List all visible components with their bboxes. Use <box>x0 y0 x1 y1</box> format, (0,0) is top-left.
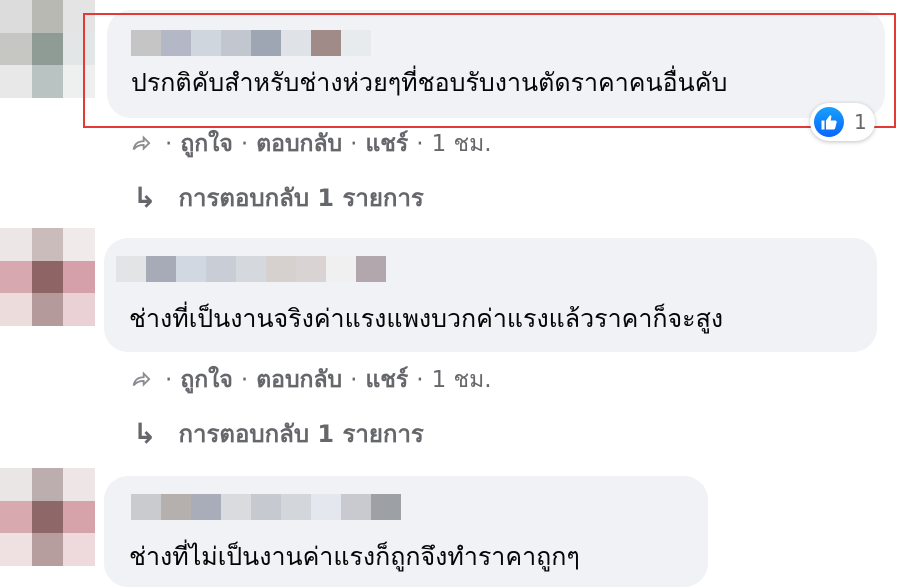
like-button[interactable]: ถูกใจ <box>180 126 233 162</box>
timestamp[interactable]: 1 ชม. <box>432 126 492 162</box>
timestamp[interactable]: 1 ชม. <box>432 362 492 398</box>
share-button[interactable]: แชร์ <box>365 126 408 162</box>
avatar[interactable] <box>0 468 95 566</box>
view-replies-link[interactable]: ↳ การตอบกลับ 1 รายการ <box>133 414 424 453</box>
like-button[interactable]: ถูกใจ <box>180 362 233 398</box>
commenter-name[interactable] <box>116 256 386 282</box>
replies-count-label: การตอบกลับ 1 รายการ <box>178 420 424 448</box>
share-icon[interactable] <box>129 369 151 391</box>
replies-count-label: การตอบกลับ 1 รายการ <box>178 184 424 212</box>
comment-text: ช่างที่ไม่เป็นงานค่าแรงก็ถูกจึงทำราคาถูก… <box>129 542 580 571</box>
reply-arrow-icon: ↳ <box>133 417 157 450</box>
avatar[interactable] <box>0 228 95 326</box>
reaction-count: 1 <box>854 110 867 134</box>
commenter-name[interactable] <box>131 494 401 520</box>
share-icon[interactable] <box>129 133 151 155</box>
reply-button[interactable]: ตอบกลับ <box>256 362 342 398</box>
reply-button[interactable]: ตอบกลับ <box>256 126 342 162</box>
comment-actions: · ถูกใจ · ตอบกลับ · แชร์ · 1 ชม. <box>129 126 492 162</box>
avatar[interactable] <box>0 0 95 98</box>
comment-text: ช่างที่เป็นงานจริงค่าแรงแพงบวกค่าแรงแล้ว… <box>129 304 724 333</box>
view-replies-link[interactable]: ↳ การตอบกลับ 1 รายการ <box>133 178 424 217</box>
reaction-badge[interactable]: 1 <box>810 103 875 141</box>
comment-actions: · ถูกใจ · ตอบกลับ · แชร์ · 1 ชม. <box>129 362 492 398</box>
like-thumb-icon <box>814 107 844 137</box>
highlight-box <box>83 13 896 128</box>
reply-arrow-icon: ↳ <box>133 181 157 214</box>
share-button[interactable]: แชร์ <box>365 362 408 398</box>
